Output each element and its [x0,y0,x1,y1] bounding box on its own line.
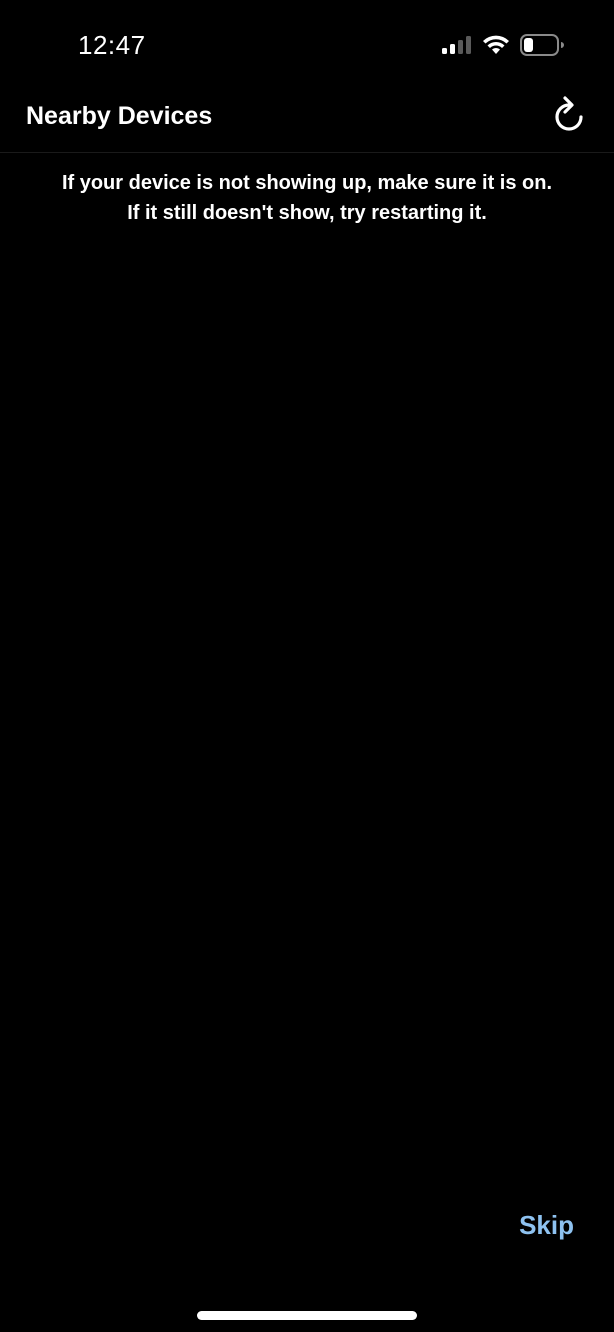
skip-button[interactable]: Skip [519,1210,574,1241]
battery-icon [520,34,564,56]
status-bar: 12:47 [0,0,614,92]
hint-text: If your device is not showing up, make s… [20,168,594,228]
wifi-icon [482,35,510,55]
refresh-icon [552,95,586,139]
home-indicator[interactable] [197,1311,417,1320]
hint-line-1: If your device is not showing up, make s… [61,172,553,194]
refresh-button[interactable] [550,95,588,139]
status-icons [442,34,564,56]
page-title: Nearby Devices [26,102,213,130]
status-time: 12:47 [78,30,146,60]
cellular-signal-icon [442,36,472,54]
hint-line-2: If it still doesn't show, try restarting… [127,202,487,224]
header: Nearby Devices [0,92,614,153]
